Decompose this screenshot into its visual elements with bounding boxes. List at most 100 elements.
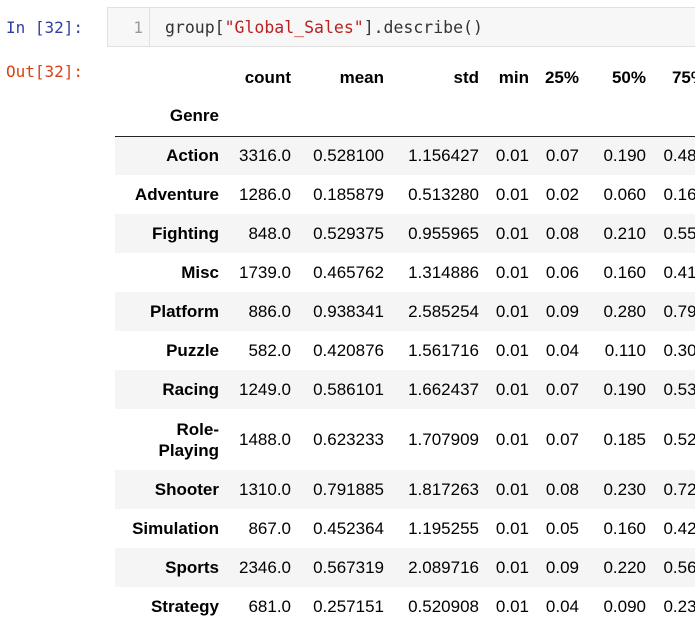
row-index-label: Fighting <box>151 224 219 243</box>
row-index-line: Playing <box>158 440 219 460</box>
table-cell: 1.156427 <box>408 145 479 165</box>
table-cell: 0.01 <box>495 262 529 282</box>
table-cell: 1.707909 <box>408 429 479 449</box>
table-cell: 0.01 <box>495 340 529 360</box>
row-index-label: Strategy <box>150 597 219 616</box>
table-cell: 0.190 <box>603 379 646 399</box>
table-row: Simulation 867.0 0.452364 1.195255 0.01 0.05 0… <box>115 509 695 548</box>
table-row: Puzzle 582.0 0.420876 1.561716 0.01 0.04 0.110… <box>115 331 695 370</box>
table-cell: 0.480 <box>663 145 695 165</box>
column-header: mean <box>339 68 384 87</box>
table-cell: 0.185 <box>603 429 646 449</box>
table-cell: 0.257151 <box>313 596 384 616</box>
table-cell: 0.300 <box>663 340 695 360</box>
column-header: 75% <box>671 68 695 87</box>
table-cell: 0.110 <box>604 340 646 360</box>
table-cell: 0.07 <box>545 429 579 449</box>
table-cell: 2346.0 <box>239 557 291 577</box>
column-header: 50% <box>611 68 646 87</box>
table-cell: 3316.0 <box>239 145 291 165</box>
table-row: Action 3316.0 0.528100 1.156427 0.01 0.07 0.19… <box>115 136 695 175</box>
table-cell: 0.955965 <box>408 223 479 243</box>
line-number: 1 <box>108 8 150 46</box>
table-cell: 0.230 <box>603 479 646 499</box>
code-suffix: ].describe() <box>363 18 483 37</box>
dataframe-table: count mean std min 25% 50% 75% Genre Act… <box>115 60 695 620</box>
table-cell: 0.420 <box>663 518 695 538</box>
table-cell: 0.04 <box>545 340 579 360</box>
table-cell: 0.05 <box>545 518 579 538</box>
column-header-row: count mean std min 25% 50% 75% <box>115 60 695 96</box>
table-cell: 848.0 <box>248 223 291 243</box>
table-cell: 0.01 <box>495 518 529 538</box>
index-name-row: Genre <box>115 96 695 136</box>
table-cell: 2.089716 <box>408 557 479 577</box>
table-cell: 0.720 <box>663 479 695 499</box>
table-cell: 1249.0 <box>239 379 291 399</box>
table-cell: 0.060 <box>603 184 646 204</box>
row-index-label: Sports <box>165 558 219 577</box>
table-cell: 0.623233 <box>313 429 384 449</box>
table-cell: 0.07 <box>545 379 579 399</box>
output-prompt: Out[32]: <box>6 62 84 81</box>
row-index-label: Puzzle <box>166 341 219 360</box>
code-line[interactable]: group["Global_Sales"].describe() <box>165 18 483 37</box>
table-cell: 0.528100 <box>313 145 384 165</box>
table-cell: 0.230 <box>663 596 695 616</box>
table-cell: 0.420876 <box>313 340 384 360</box>
table-cell: 1.662437 <box>408 379 479 399</box>
table-cell: 0.02 <box>545 184 579 204</box>
input-prompt: In [32]: <box>6 18 84 37</box>
table-cell: 0.220 <box>603 557 646 577</box>
table-cell: 0.529375 <box>313 223 384 243</box>
table-cell: 0.160 <box>603 262 646 282</box>
table-body: Action 3316.0 0.528100 1.156427 0.01 0.07 0.19… <box>115 136 695 620</box>
table-row: Shooter 1310.0 0.791885 1.817263 0.01 0.08 0.2… <box>115 470 695 509</box>
table-row: Platform 886.0 0.938341 2.585254 0.01 0.09 0.2… <box>115 292 695 331</box>
column-header: std <box>453 68 480 87</box>
table-cell: 1.314886 <box>408 262 479 282</box>
table-cell: 0.586101 <box>313 379 384 399</box>
table-cell: 1.561716 <box>408 340 479 360</box>
table-cell: 0.210 <box>603 223 646 243</box>
table-cell: 0.550 <box>663 223 695 243</box>
table-cell: 0.160 <box>603 518 646 538</box>
corner-header <box>115 60 225 96</box>
table-cell: 1.195255 <box>408 518 479 538</box>
table-cell: 0.560 <box>663 557 695 577</box>
table-row: Fighting 848.0 0.529375 0.955965 0.01 0.08 0.2… <box>115 214 695 253</box>
row-index-label: Misc <box>181 263 219 282</box>
table-cell: 0.06 <box>545 262 579 282</box>
table-row: Racing 1249.0 0.586101 1.662437 0.01 0.07 0.19… <box>115 370 695 409</box>
table-row: Strategy 681.0 0.257151 0.520908 0.01 0.04 0.0… <box>115 587 695 620</box>
table-cell: 0.530 <box>663 379 695 399</box>
table-cell: 0.791885 <box>313 479 384 499</box>
table-cell: 0.513280 <box>408 184 479 204</box>
table-cell: 0.04 <box>545 596 579 616</box>
table-cell: 1739.0 <box>239 262 291 282</box>
table-row: Sports 2346.0 0.567319 2.089716 0.01 0.09 0.22… <box>115 548 695 587</box>
table-cell: 0.01 <box>495 379 529 399</box>
table-cell: 582.0 <box>248 340 291 360</box>
table-row: Adventure 1286.0 0.185879 0.513280 0.01 0.02 0… <box>115 175 695 214</box>
table-cell: 0.01 <box>495 557 529 577</box>
table-cell: 1488.0 <box>239 429 291 449</box>
table-row: Role- Playing 1488.0 0.623233 1.707909 0.01 0.… <box>115 409 695 470</box>
table-cell: 0.190 <box>603 145 646 165</box>
column-header: count <box>244 68 291 87</box>
table-cell: 0.01 <box>495 479 529 499</box>
table-cell: 0.090 <box>603 596 646 616</box>
table-cell: 1.817263 <box>408 479 479 499</box>
table-cell: 0.452364 <box>313 518 384 538</box>
table-cell: 0.520 <box>663 429 695 449</box>
table-cell: 0.160 <box>663 184 695 204</box>
code-cell-input[interactable]: 1 group["Global_Sales"].describe() <box>107 7 695 47</box>
table-cell: 1310.0 <box>239 479 291 499</box>
table-cell: 0.09 <box>545 557 579 577</box>
row-index-label: Action <box>166 146 219 166</box>
row-index-label: Shooter <box>154 480 219 499</box>
table-cell: 0.01 <box>495 301 529 321</box>
table-cell: 0.01 <box>495 429 529 449</box>
table-cell: 0.938341 <box>313 301 384 321</box>
table-cell: 0.01 <box>495 145 529 165</box>
